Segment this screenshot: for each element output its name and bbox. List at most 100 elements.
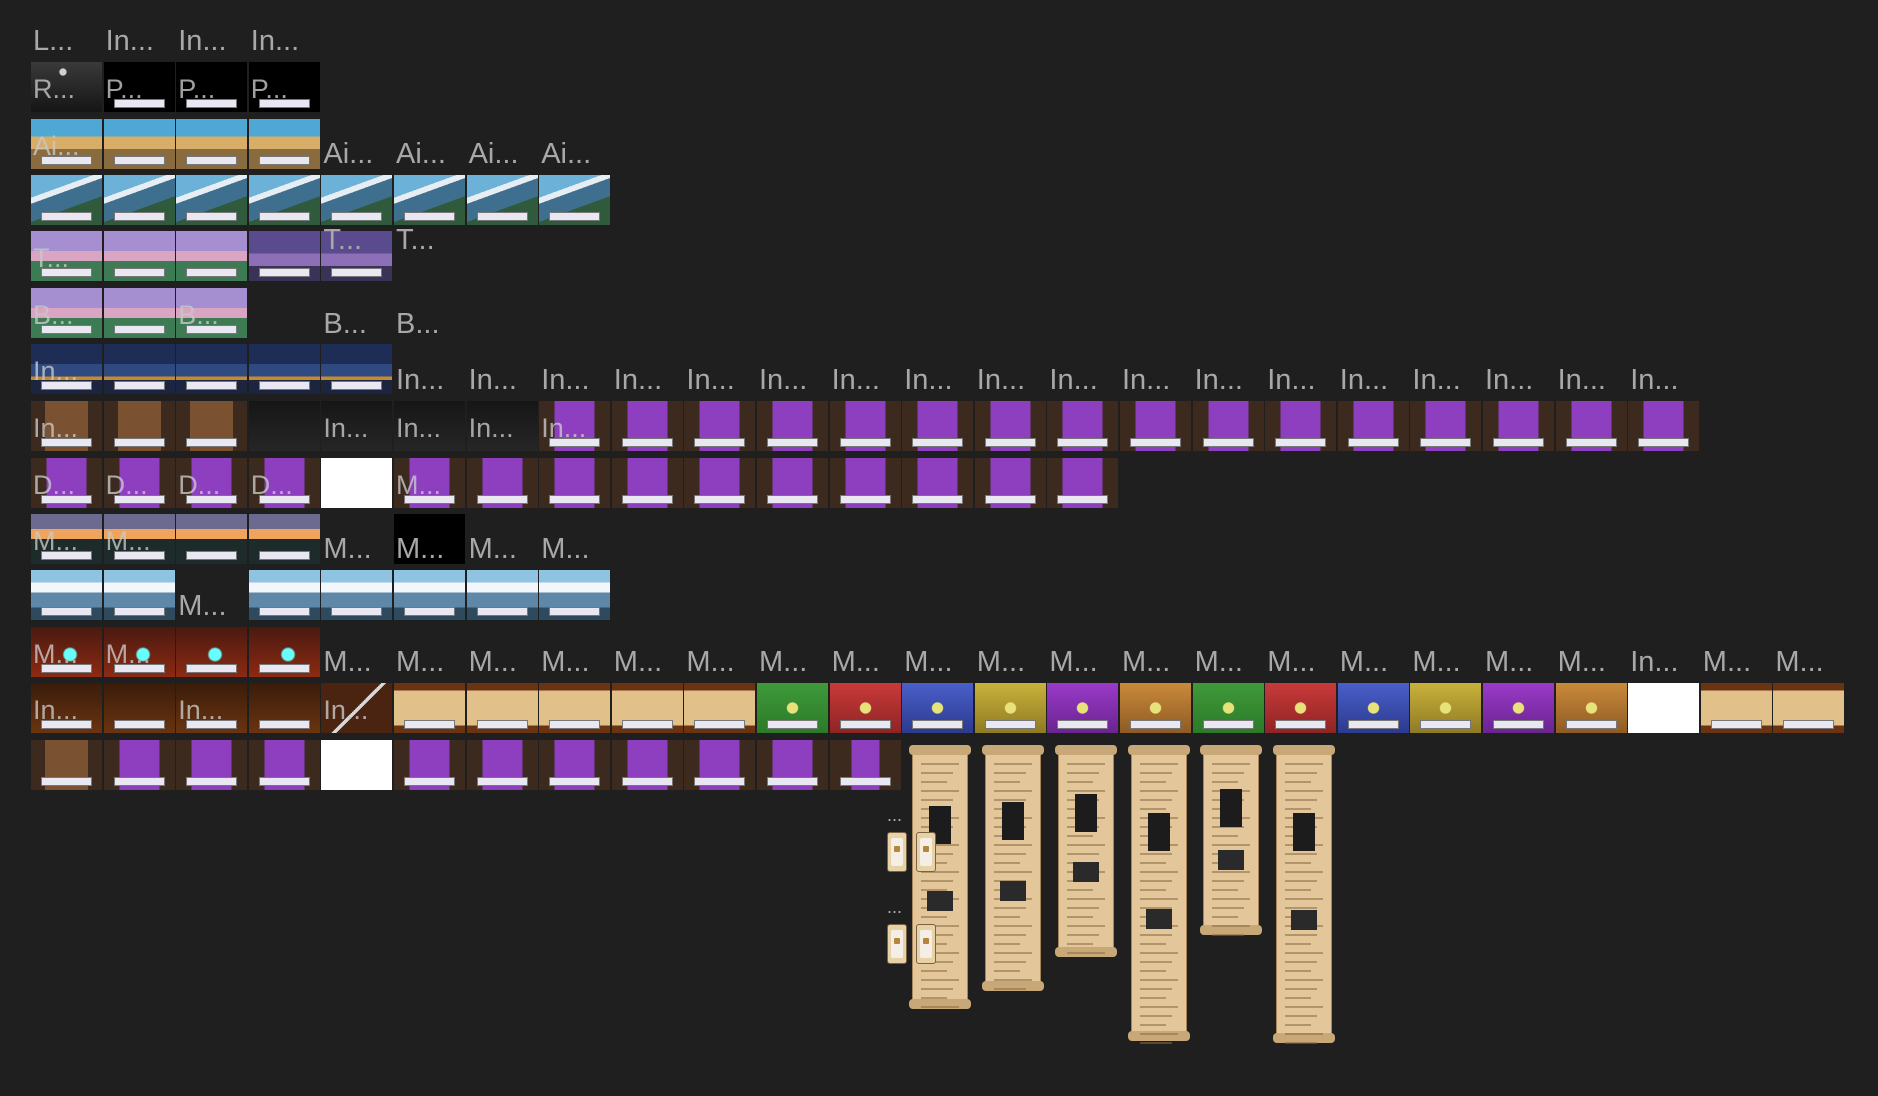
- scene-frame-wizard-purple[interactable]: [466, 740, 538, 790]
- scene-frame-wizard-purple[interactable]: [248, 740, 320, 790]
- phone-mockup[interactable]: [887, 924, 907, 964]
- scene-frame-tree-sunset[interactable]: [103, 288, 175, 338]
- scene-frame-night-shop[interactable]: [321, 344, 393, 394]
- scene-frame-purple-dusk[interactable]: [248, 231, 320, 281]
- scene-frame-yellow-star[interactable]: [974, 683, 1046, 733]
- scene-frame-pine-sunset[interactable]: M...: [103, 514, 175, 564]
- scene-frame-wizard-purple[interactable]: [902, 401, 974, 451]
- scene-frame-green-star[interactable]: [757, 683, 828, 733]
- scene-frame-wizard-purple[interactable]: [611, 458, 683, 508]
- scene-frame-wizard-purple[interactable]: [1120, 401, 1191, 451]
- scene-frame-wizard-purple[interactable]: [684, 401, 756, 451]
- scene-frame-cave-crystal[interactable]: M...: [31, 627, 102, 677]
- scene-frame-black-dialog[interactable]: P...: [103, 62, 175, 112]
- scene-frame-cave-dark[interactable]: [103, 683, 175, 733]
- scene-frame-wizard-purple[interactable]: [1410, 401, 1482, 451]
- scene-frame-mountain-cabin[interactable]: [539, 175, 611, 225]
- document-scroll[interactable]: [1200, 745, 1262, 936]
- scene-frame-white[interactable]: [321, 458, 393, 508]
- scene-frame-wizard-purple[interactable]: [1047, 458, 1119, 508]
- scene-frame-wizard-shop[interactable]: [31, 740, 102, 790]
- scene-frame-blue-star[interactable]: [902, 683, 974, 733]
- scene-frame-wizard-shop[interactable]: [103, 401, 175, 451]
- scene-frame-wizard-purple[interactable]: [1047, 401, 1119, 451]
- scene-frame-tree-sunset[interactable]: T...: [31, 231, 102, 281]
- scene-frame-night-shop[interactable]: [176, 344, 248, 394]
- scene-frame-snow-mountain[interactable]: [248, 570, 320, 620]
- scene-frame-wizard-purple[interactable]: [539, 458, 611, 508]
- scene-frame-cave-dark[interactable]: [248, 683, 320, 733]
- scene-frame-black-dialog[interactable]: P...: [176, 62, 248, 112]
- scene-frame-cave-dark[interactable]: In...: [31, 683, 102, 733]
- scene-frame-tree-sunset[interactable]: [176, 231, 248, 281]
- scene-frame-gold-star[interactable]: [1555, 683, 1627, 733]
- document-scroll[interactable]: [1128, 745, 1190, 1044]
- scene-frame-white[interactable]: [1628, 683, 1700, 733]
- scene-frame-wizard-purple[interactable]: M...: [394, 458, 465, 508]
- scene-frame-wizard-purple[interactable]: [466, 458, 538, 508]
- scene-frame-blue-star[interactable]: [1337, 683, 1409, 733]
- scene-frame-gold-frame[interactable]: [684, 683, 756, 733]
- scene-frame-wizard-shop[interactable]: [176, 401, 248, 451]
- scene-frame-black-dialog[interactable]: P...: [248, 62, 320, 112]
- scene-frame-cave-crystal[interactable]: M...: [103, 627, 175, 677]
- scene-frame-snow-mountain[interactable]: [394, 570, 465, 620]
- scene-frame-snow-mountain[interactable]: [31, 570, 102, 620]
- scene-frame-wizard-purple[interactable]: [974, 458, 1046, 508]
- scene-frame-mountain-cabin[interactable]: [248, 175, 320, 225]
- scene-frame-gold-frame[interactable]: [611, 683, 683, 733]
- scene-frame-wizard-purple[interactable]: D...: [103, 458, 175, 508]
- scene-frame-night-shop[interactable]: [103, 344, 175, 394]
- scene-frame-wizard-purple[interactable]: [829, 458, 901, 508]
- scene-frame-gold-frame[interactable]: [1773, 683, 1845, 733]
- scene-frame-wizard-purple[interactable]: [1555, 401, 1627, 451]
- scene-frame-wizard-shop[interactable]: In...: [31, 401, 102, 451]
- scene-frame-pine-sunset[interactable]: M...: [31, 514, 102, 564]
- scene-frame-dark-shop[interactable]: In...: [466, 401, 538, 451]
- scene-frame-wizard-purple[interactable]: [1628, 401, 1700, 451]
- scene-frame-snow-mountain[interactable]: [466, 570, 538, 620]
- scene-frame-wizard-purple[interactable]: In...: [539, 401, 611, 451]
- scene-frame-wizard-purple[interactable]: [1192, 401, 1264, 451]
- phone-mockup[interactable]: [916, 832, 936, 872]
- scene-frame-wizard-purple[interactable]: [611, 740, 683, 790]
- scene-frame-night-shop[interactable]: [248, 344, 320, 394]
- scene-frame-wizard-purple[interactable]: [757, 458, 828, 508]
- scene-frame-tree-sunset[interactable]: B...: [31, 288, 102, 338]
- scene-frame-cave-crystal[interactable]: [176, 627, 248, 677]
- scene-frame-pine-sunset[interactable]: [248, 514, 320, 564]
- scene-frame-green-star[interactable]: [1192, 683, 1264, 733]
- scene-frame-wizard-purple[interactable]: [902, 458, 974, 508]
- scene-frame-mountain-cabin[interactable]: [176, 175, 248, 225]
- scene-frame-snow-mountain[interactable]: [103, 570, 175, 620]
- scene-frame-wizard-purple[interactable]: [394, 740, 465, 790]
- scene-frame-gold-star[interactable]: [1120, 683, 1191, 733]
- scene-frame-tree-sunset[interactable]: B...: [176, 288, 248, 338]
- scene-frame-dark-shop[interactable]: In...: [321, 401, 393, 451]
- scene-frame-night-shop[interactable]: In...: [31, 344, 102, 394]
- scene-frame-desert-town[interactable]: [176, 119, 248, 169]
- scene-frame-wizard-door[interactable]: [829, 740, 901, 790]
- scene-frame-wizard-purple[interactable]: D...: [31, 458, 102, 508]
- scene-frame-desert-town[interactable]: [248, 119, 320, 169]
- scene-frame-gold-frame[interactable]: [539, 683, 611, 733]
- scene-frame-wizard-purple[interactable]: [684, 458, 756, 508]
- scene-frame-mountain-cabin[interactable]: [103, 175, 175, 225]
- scene-frame-yellow-star[interactable]: [1410, 683, 1482, 733]
- document-scroll[interactable]: [982, 745, 1044, 991]
- scene-frame-wizard-purple[interactable]: [1337, 401, 1409, 451]
- phone-mockup[interactable]: [916, 924, 936, 964]
- scene-frame-wizard-purple[interactable]: D...: [248, 458, 320, 508]
- scene-frame-desert-town[interactable]: [103, 119, 175, 169]
- scene-frame-mountain-cabin[interactable]: [321, 175, 393, 225]
- scene-frame-gold-frame[interactable]: [1700, 683, 1772, 733]
- storyboard-canvas[interactable]: R... P... P... P... L... In... In... In... Ai...…: [0, 0, 1878, 1096]
- document-scroll[interactable]: [909, 745, 971, 1009]
- scene-frame-mountain-cabin[interactable]: [466, 175, 538, 225]
- scene-frame-mountain-cabin[interactable]: [394, 175, 465, 225]
- scene-frame-cave-dark[interactable]: In...: [176, 683, 248, 733]
- scene-frame-gold-frame[interactable]: [394, 683, 465, 733]
- scene-frame-wizard-purple[interactable]: [103, 740, 175, 790]
- scene-frame-purple-star[interactable]: [1047, 683, 1119, 733]
- scene-frame-gold-frame[interactable]: [466, 683, 538, 733]
